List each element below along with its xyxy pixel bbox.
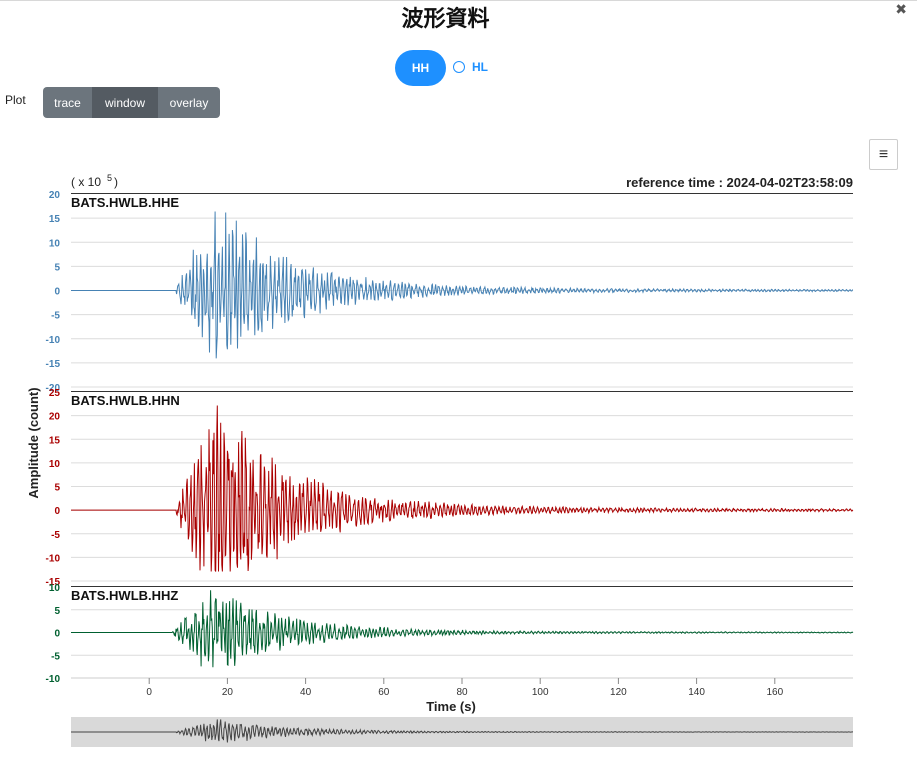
y-tick-label: -10 bbox=[46, 553, 61, 564]
y-tick-label: 15 bbox=[49, 435, 61, 446]
x-tick-label: 160 bbox=[766, 687, 783, 698]
waveform-panels: 20151050-5-10-15-20BATS.HWLB.HHE25201510… bbox=[46, 190, 854, 685]
y-tick-label: -10 bbox=[46, 674, 61, 685]
x-tick-label: 100 bbox=[532, 687, 549, 698]
waveform-chart: ( x 10 5 ) reference time : 2024-04-02T2… bbox=[26, 173, 854, 747]
reference-time: reference time : 2024-04-02T23:58:09 bbox=[626, 175, 853, 190]
y-tick-label: -15 bbox=[46, 359, 61, 370]
x-tick-label: 20 bbox=[222, 687, 234, 698]
waveform-line bbox=[71, 405, 854, 572]
y-tick-label: 10 bbox=[49, 238, 61, 249]
x-axis-ticks: 0 20 40 60 80 100 120 140 160 bbox=[146, 678, 784, 698]
series-name: BATS.HWLB.HHN bbox=[71, 393, 180, 408]
scale-exponent: 5 bbox=[107, 173, 112, 183]
x-tick-label: 60 bbox=[378, 687, 390, 698]
series-name: BATS.HWLB.HHZ bbox=[71, 588, 178, 603]
y-tick-label: 5 bbox=[54, 606, 60, 617]
x-tick-label: 120 bbox=[610, 687, 627, 698]
scale-suffix: ) bbox=[114, 175, 118, 189]
y-tick-label: 10 bbox=[49, 459, 61, 470]
y-tick-label: 5 bbox=[54, 483, 60, 494]
y-tick-label: 10 bbox=[49, 583, 61, 594]
y-tick-label: 0 bbox=[54, 287, 60, 298]
x-tick-label: 0 bbox=[146, 687, 152, 698]
panel-bats-hwlb-hhn: 2520151050-5-10-15BATS.HWLB.HHN bbox=[46, 388, 854, 588]
y-tick-label: 20 bbox=[49, 190, 61, 201]
y-tick-label: 25 bbox=[49, 388, 61, 399]
y-tick-label: 5 bbox=[54, 262, 60, 273]
x-tick-label: 40 bbox=[300, 687, 312, 698]
y-axis-label: Amplitude (count) bbox=[26, 387, 41, 498]
y-tick-label: 20 bbox=[49, 412, 61, 423]
scale-prefix: ( x 10 bbox=[71, 175, 101, 189]
y-tick-label: -10 bbox=[46, 335, 61, 346]
y-tick-label: 0 bbox=[54, 506, 60, 517]
waveform-line bbox=[71, 211, 854, 359]
y-tick-label: 0 bbox=[54, 629, 60, 640]
y-tick-label: -5 bbox=[51, 530, 60, 541]
x-tick-label: 140 bbox=[688, 687, 705, 698]
series-name: BATS.HWLB.HHE bbox=[71, 195, 179, 210]
x-tick-label: 80 bbox=[456, 687, 468, 698]
panel-bats-hwlb-hhe: 20151050-5-10-15-20BATS.HWLB.HHE bbox=[46, 190, 854, 394]
y-tick-label: -5 bbox=[51, 311, 60, 322]
panel-bats-hwlb-hhz: 10 5 0 -5 -10 BATS.HWLB.HHZ bbox=[46, 583, 854, 685]
x-axis-label: Time (s) bbox=[426, 699, 476, 714]
y-tick-label: -5 bbox=[51, 651, 60, 662]
y-tick-label: 15 bbox=[49, 214, 61, 225]
